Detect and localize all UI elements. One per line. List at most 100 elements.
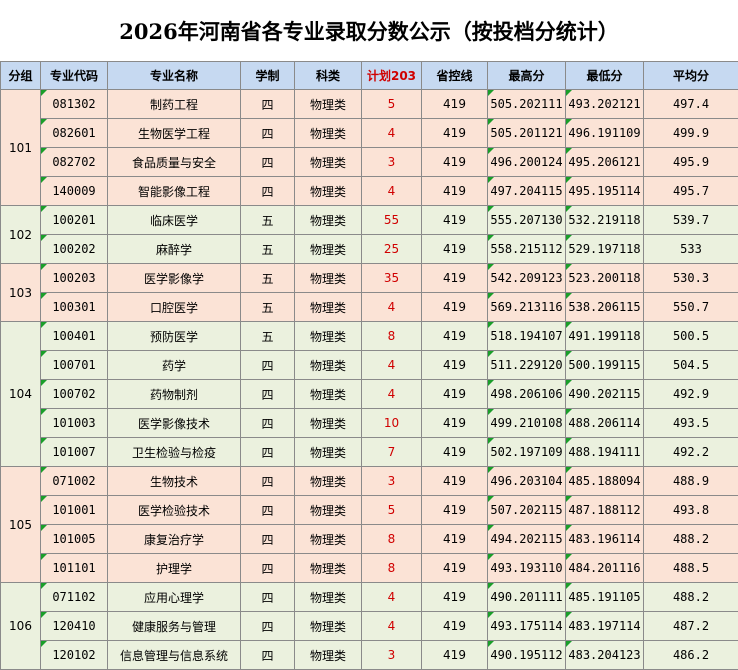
header-subject: 科类: [295, 62, 362, 90]
min-score: 488.194111: [566, 438, 644, 467]
max-score: 502.197109: [488, 438, 566, 467]
subject-type: 物理类: [295, 148, 362, 177]
group-id: 104: [1, 322, 41, 467]
plan-count: 4: [362, 612, 422, 641]
plan-count: 4: [362, 351, 422, 380]
table-row: 100202麻醉学五物理类25419558.215112529.19711853…: [1, 235, 738, 264]
avg-score: 492.2: [644, 438, 738, 467]
avg-score: 530.3: [644, 264, 738, 293]
avg-score: 495.7: [644, 177, 738, 206]
subject-type: 物理类: [295, 525, 362, 554]
table-row: 101005康复治疗学四物理类8419494.202115483.1961144…: [1, 525, 738, 554]
table-body: 101081302制药工程四物理类5419505.202111493.20212…: [1, 90, 738, 670]
table-row: 103100203医学影像学五物理类35419542.209123523.200…: [1, 264, 738, 293]
min-score: 485.188094: [566, 467, 644, 496]
major-code: 101003: [41, 409, 108, 438]
avg-score: 495.9: [644, 148, 738, 177]
plan-count: 8: [362, 525, 422, 554]
subject-type: 物理类: [295, 612, 362, 641]
table-row: 101007卫生检验与检疫四物理类7419502.197109488.19411…: [1, 438, 738, 467]
table-row: 100301口腔医学五物理类4419569.213116538.20611555…: [1, 293, 738, 322]
max-score: 569.213116: [488, 293, 566, 322]
plan-count: 35: [362, 264, 422, 293]
subject-type: 物理类: [295, 206, 362, 235]
max-score: 494.202115: [488, 525, 566, 554]
major-name: 应用心理学: [108, 583, 241, 612]
min-score: 529.197118: [566, 235, 644, 264]
table-row: 101001医学检验技术四物理类5419507.202115487.188112…: [1, 496, 738, 525]
avg-score: 499.9: [644, 119, 738, 148]
subject-type: 物理类: [295, 177, 362, 206]
min-score: 485.191105: [566, 583, 644, 612]
major-code: 100702: [41, 380, 108, 409]
study-years: 四: [241, 612, 295, 641]
subject-type: 物理类: [295, 264, 362, 293]
major-name: 预防医学: [108, 322, 241, 351]
study-years: 五: [241, 264, 295, 293]
study-years: 四: [241, 380, 295, 409]
table-row: 106071102应用心理学四物理类4419490.201111485.1911…: [1, 583, 738, 612]
control-line: 419: [422, 119, 488, 148]
min-score: 532.219118: [566, 206, 644, 235]
major-code: 101101: [41, 554, 108, 583]
plan-count: 4: [362, 380, 422, 409]
study-years: 四: [241, 409, 295, 438]
subject-type: 物理类: [295, 438, 362, 467]
control-line: 419: [422, 496, 488, 525]
avg-score: 488.2: [644, 525, 738, 554]
plan-count: 3: [362, 467, 422, 496]
plan-count: 8: [362, 554, 422, 583]
avg-score: 487.2: [644, 612, 738, 641]
study-years: 五: [241, 293, 295, 322]
avg-score: 488.9: [644, 467, 738, 496]
avg-score: 486.2: [644, 641, 738, 670]
title-bar: 2026年河南省各专业录取分数公示（按投档分统计）: [0, 0, 738, 62]
major-name: 医学影像学: [108, 264, 241, 293]
subject-type: 物理类: [295, 409, 362, 438]
min-score: 483.197114: [566, 612, 644, 641]
table-row: 101101护理学四物理类8419493.193110484.201116488…: [1, 554, 738, 583]
table-row: 120102信息管理与信息系统四物理类3419490.195112483.204…: [1, 641, 738, 670]
control-line: 419: [422, 467, 488, 496]
max-score: 511.229120: [488, 351, 566, 380]
table-row: 100701药学四物理类4419511.229120500.199115504.…: [1, 351, 738, 380]
avg-score: 488.2: [644, 583, 738, 612]
study-years: 四: [241, 119, 295, 148]
max-score: 493.193110: [488, 554, 566, 583]
table-row: 082702食品质量与安全四物理类3419496.200124495.20612…: [1, 148, 738, 177]
plan-count: 4: [362, 119, 422, 148]
min-score: 483.196114: [566, 525, 644, 554]
min-score: 495.195114: [566, 177, 644, 206]
header-line: 省控线: [422, 62, 488, 90]
major-name: 麻醉学: [108, 235, 241, 264]
max-score: 542.209123: [488, 264, 566, 293]
avg-score: 533: [644, 235, 738, 264]
max-score: 505.201121: [488, 119, 566, 148]
major-name: 康复治疗学: [108, 525, 241, 554]
major-name: 药学: [108, 351, 241, 380]
major-name: 生物医学工程: [108, 119, 241, 148]
control-line: 419: [422, 90, 488, 119]
max-score: 555.207130: [488, 206, 566, 235]
max-score: 490.195112: [488, 641, 566, 670]
min-score: 491.199118: [566, 322, 644, 351]
study-years: 四: [241, 90, 295, 119]
study-years: 五: [241, 206, 295, 235]
major-code: 140009: [41, 177, 108, 206]
table-row: 105071002生物技术四物理类3419496.203104485.18809…: [1, 467, 738, 496]
admission-table: 分组专业代码专业名称学制科类计划203省控线最高分最低分平均分 10108130…: [0, 61, 738, 670]
header-code: 专业代码: [41, 62, 108, 90]
major-name: 卫生检验与检疫: [108, 438, 241, 467]
study-years: 五: [241, 322, 295, 351]
major-code: 100401: [41, 322, 108, 351]
table-row: 101081302制药工程四物理类5419505.202111493.20212…: [1, 90, 738, 119]
control-line: 419: [422, 583, 488, 612]
min-score: 488.206114: [566, 409, 644, 438]
major-name: 制药工程: [108, 90, 241, 119]
study-years: 四: [241, 496, 295, 525]
subject-type: 物理类: [295, 583, 362, 612]
header-max: 最高分: [488, 62, 566, 90]
max-score: 507.202115: [488, 496, 566, 525]
major-name: 智能影像工程: [108, 177, 241, 206]
min-score: 493.202121: [566, 90, 644, 119]
